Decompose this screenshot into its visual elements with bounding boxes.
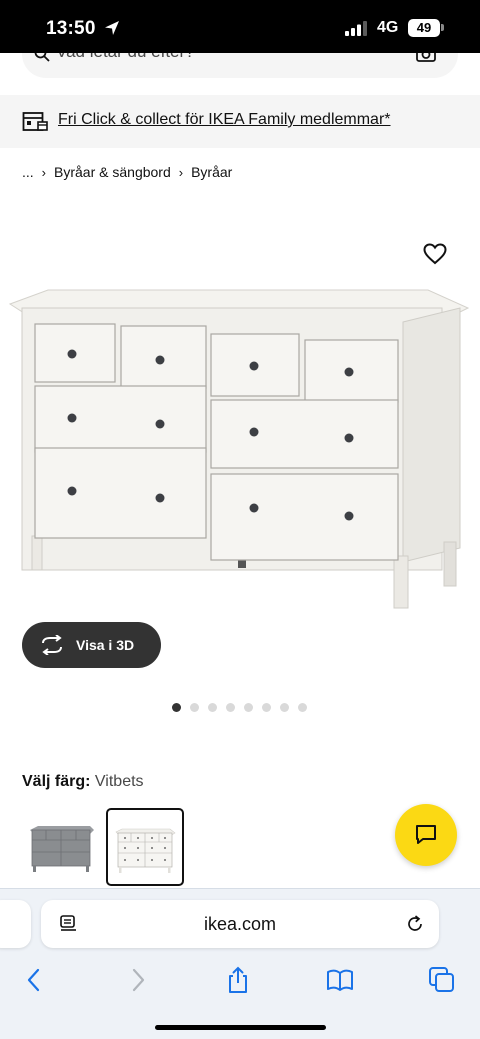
image-carousel-dots[interactable] [172,703,307,712]
browser-nav-row [0,961,480,1001]
location-arrow-icon [105,21,119,35]
color-selection-label: Välj färg: Vitbets [22,773,144,791]
white-dresser-thumbnail [115,828,176,873]
share-icon[interactable] [223,965,253,995]
carousel-dot[interactable] [262,703,271,712]
bookmarks-icon[interactable] [325,965,355,995]
color-label-prefix: Välj färg: [22,773,91,790]
carousel-dot[interactable] [226,703,235,712]
carousel-dot[interactable] [298,703,307,712]
selected-color: Vitbets [94,773,144,790]
signal-bars-icon [345,21,367,36]
status-time-label: 13:50 [46,18,96,39]
rotate-3d-icon [42,635,62,655]
store-pickup-icon [22,112,48,131]
carousel-dot[interactable] [190,703,199,712]
home-indicator [155,1025,326,1030]
forward-icon[interactable] [122,965,152,995]
address-bar[interactable]: ikea.com [41,900,439,948]
heart-icon[interactable] [423,243,447,265]
back-icon[interactable] [20,965,50,995]
breadcrumb-item-current[interactable]: Byråar [191,164,232,180]
browser-toolbar: ikea.com [0,888,480,1039]
chat-bubble-icon [416,825,436,844]
chevron-right-icon: › [41,164,47,180]
carousel-dot[interactable] [244,703,253,712]
breadcrumb-ellipsis[interactable]: ... [22,164,34,180]
previous-tab-peek[interactable] [0,900,31,948]
chevron-right-icon: › [178,164,184,180]
breadcrumb: ... › Byråar & sängbord › Byråar [22,164,232,180]
promo-banner[interactable]: Fri Click & collect för IKEA Family medl… [0,95,480,148]
chat-button[interactable] [395,804,457,866]
tabs-icon[interactable] [427,965,457,995]
color-swatch-grey[interactable] [24,808,102,886]
carousel-dot[interactable] [172,703,181,712]
battery-label: 49 [408,19,440,37]
product-image[interactable] [8,286,474,616]
network-type-label: 4G [377,19,399,36]
carousel-dot[interactable] [208,703,217,712]
breadcrumb-item-category[interactable]: Byråar & sängbord [54,164,171,180]
view-in-3d-button[interactable]: Visa i 3D [22,622,161,668]
color-swatch-white-selected[interactable] [106,808,184,886]
view-in-3d-label: Visa i 3D [76,637,135,653]
carousel-dot[interactable] [280,703,289,712]
battery-tip [441,24,444,31]
status-bar-foreground: 13:50 4G 49 [0,0,480,53]
promo-link[interactable]: Fri Click & collect för IKEA Family medl… [58,111,391,129]
url-text: ikea.com [203,914,277,934]
reload-icon[interactable] [405,914,425,934]
